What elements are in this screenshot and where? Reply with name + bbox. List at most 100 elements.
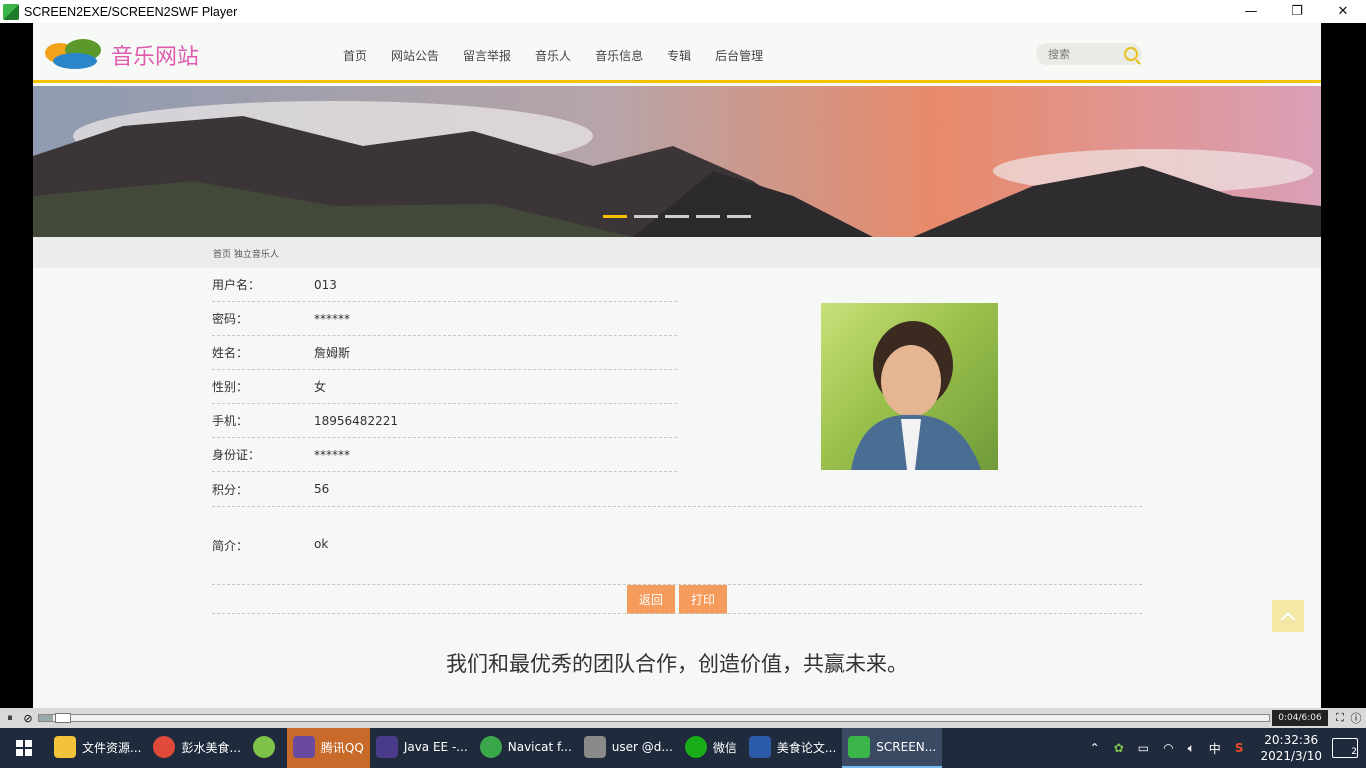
sogou-ime-icon[interactable]: S: [1235, 741, 1244, 755]
search-input[interactable]: [1048, 47, 1118, 61]
player-controls: ⏸ ⊘ 0:04/6:06 ⛶ ⓘ: [0, 708, 1366, 728]
stop-icon[interactable]: ⊘: [20, 710, 36, 726]
field-label: 性别：: [212, 380, 249, 394]
breadcrumb: 首页 独立音乐人: [213, 250, 279, 260]
taskbar-item-explorer[interactable]: 文件资源...: [48, 728, 147, 768]
back-to-top-button[interactable]: [1272, 600, 1304, 632]
eclipse-icon: [375, 736, 398, 758]
clock-time: 20:32:36: [1264, 733, 1319, 747]
system-tray: ⌃ ✿ ▭ ◠ 🔈︎ 中 S 20:32:36 2021/3/10 2: [1083, 728, 1366, 768]
field-label: 用户名：: [212, 278, 261, 292]
taskbar-item-navicat[interactable]: Navicat f...: [474, 728, 578, 768]
window-controls: — ❐ ✕: [1228, 0, 1366, 23]
banner-carousel-dots: [603, 215, 758, 218]
print-button[interactable]: 打印: [679, 585, 727, 614]
taskbar-item-chrome[interactable]: 彭水美食...: [147, 728, 246, 768]
carousel-dot[interactable]: [727, 215, 751, 218]
network-app-icon[interactable]: ✿: [1114, 741, 1124, 755]
detail-row: 身份证： ******: [212, 438, 677, 472]
minimize-button[interactable]: —: [1228, 0, 1274, 23]
system-clock[interactable]: 20:32:36 2021/3/10: [1260, 732, 1322, 764]
fullscreen-icon[interactable]: ⛶: [1332, 710, 1348, 726]
app-icon: [3, 3, 19, 20]
field-label: 积分：: [212, 482, 249, 497]
taskbar-item-qq[interactable]: 腾讯QQ: [286, 728, 370, 768]
search-icon[interactable]: [1124, 47, 1138, 61]
wifi-icon[interactable]: ◠: [1163, 741, 1173, 755]
chrome-icon: [153, 736, 176, 758]
close-button[interactable]: ✕: [1320, 0, 1366, 23]
field-label: 姓名：: [212, 346, 249, 360]
seek-handle[interactable]: [55, 713, 71, 723]
breadcrumb-bar: 首页 独立音乐人: [33, 237, 1321, 268]
site-header: 音乐网站 首页 网站公告 留言举报 音乐人 音乐信息 专辑 后台管理: [33, 23, 1321, 83]
notification-count: 2: [1351, 747, 1357, 757]
nav-announcements[interactable]: 网站公告: [391, 47, 439, 64]
chevron-up-icon: [1280, 611, 1296, 626]
pause-icon[interactable]: ⏸: [2, 710, 18, 726]
taskbar-item-eclipse[interactable]: Java EE -...: [370, 728, 474, 768]
taskbar-item-screen2exe[interactable]: SCREEN...: [842, 728, 943, 768]
footer-slogan: 我们和最优秀的团队合作，创造价值，共赢未来。: [446, 652, 908, 676]
web-page: 音乐网站 首页 网站公告 留言举报 音乐人 音乐信息 专辑 后台管理 搜索 首页…: [33, 23, 1321, 708]
windows-icon: [16, 740, 32, 756]
main-nav: 首页 网站公告 留言举报 音乐人 音乐信息 专辑 后台管理: [343, 47, 787, 64]
navicat-icon: [479, 736, 502, 758]
detail-row: 手机： 18956482221: [212, 404, 677, 438]
field-value: ******: [314, 447, 350, 462]
intro-row: 简介： ok: [212, 537, 328, 554]
nav-admin[interactable]: 后台管理: [715, 47, 763, 64]
player-extra-icons: ⛶ ⓘ: [1332, 710, 1364, 726]
info-icon[interactable]: ⓘ: [1348, 710, 1364, 726]
field-label: 身份证：: [212, 448, 261, 462]
nav-albums[interactable]: 专辑: [667, 47, 691, 64]
volume-icon[interactable]: 🔈︎: [1188, 741, 1195, 756]
carousel-dot[interactable]: [603, 215, 627, 218]
field-value: 013: [314, 277, 337, 292]
clock-date: 2021/3/10: [1260, 749, 1322, 763]
taskbar-item-word[interactable]: 美食论文...: [743, 728, 842, 768]
carousel-dot[interactable]: [634, 215, 658, 218]
divider: [212, 506, 1142, 507]
refresh-app-icon: [252, 736, 275, 758]
taskbar: 文件资源... 彭水美食... 腾讯QQ Java EE -... Navica…: [0, 728, 1366, 768]
search-box: [1036, 43, 1142, 65]
wechat-icon: [684, 736, 707, 758]
carousel-dot[interactable]: [665, 215, 689, 218]
qq-avatar-icon: [292, 736, 315, 758]
field-label: 密码：: [212, 312, 249, 326]
logo-icon: [43, 37, 109, 73]
detail-row: 积分： 56: [212, 472, 677, 506]
window-title: SCREEN2EXE/SCREEN2SWF Player: [24, 4, 238, 19]
taskbar-item-wechat[interactable]: 微信: [679, 728, 743, 768]
nav-music-info[interactable]: 音乐信息: [595, 47, 643, 64]
nav-home[interactable]: 首页: [343, 47, 367, 64]
battery-icon[interactable]: ▭: [1138, 741, 1149, 755]
folder-icon: [54, 736, 76, 758]
chevron-up-icon[interactable]: ⌃: [1090, 741, 1100, 755]
detail-row: 用户名： 013: [212, 268, 677, 302]
banner-image: [33, 86, 1321, 237]
playback-time: 0:04/6:06: [1272, 710, 1328, 726]
notification-icon[interactable]: 2: [1332, 738, 1358, 758]
divider: [212, 613, 1142, 614]
taskbar-item-app[interactable]: [247, 728, 287, 768]
restore-button[interactable]: ❐: [1274, 0, 1320, 23]
player-title-bar: SCREEN2EXE/SCREEN2SWF Player — ❐ ✕: [0, 0, 1366, 23]
seek-bar[interactable]: [38, 713, 1270, 723]
nav-musicians[interactable]: 音乐人: [535, 47, 571, 64]
intro-value: ok: [314, 537, 329, 551]
site-logo[interactable]: 音乐网站: [43, 37, 199, 73]
field-value: 56: [314, 482, 330, 496]
carousel-dot[interactable]: [696, 215, 720, 218]
ime-indicator[interactable]: 中: [1209, 740, 1221, 757]
back-button[interactable]: 返回: [627, 585, 675, 614]
detail-row: 姓名： 詹姆斯: [212, 336, 677, 370]
musician-detail: 用户名： 013 密码： ****** 姓名： 詹姆斯 性别： 女 手机： 18…: [212, 268, 677, 506]
start-button[interactable]: [0, 728, 48, 768]
taskbar-item-user[interactable]: user @d...: [578, 728, 679, 768]
detail-row: 密码： ******: [212, 302, 677, 336]
word-icon: [748, 736, 771, 758]
field-value: 詹姆斯: [314, 346, 351, 360]
nav-messages[interactable]: 留言举报: [463, 47, 511, 64]
